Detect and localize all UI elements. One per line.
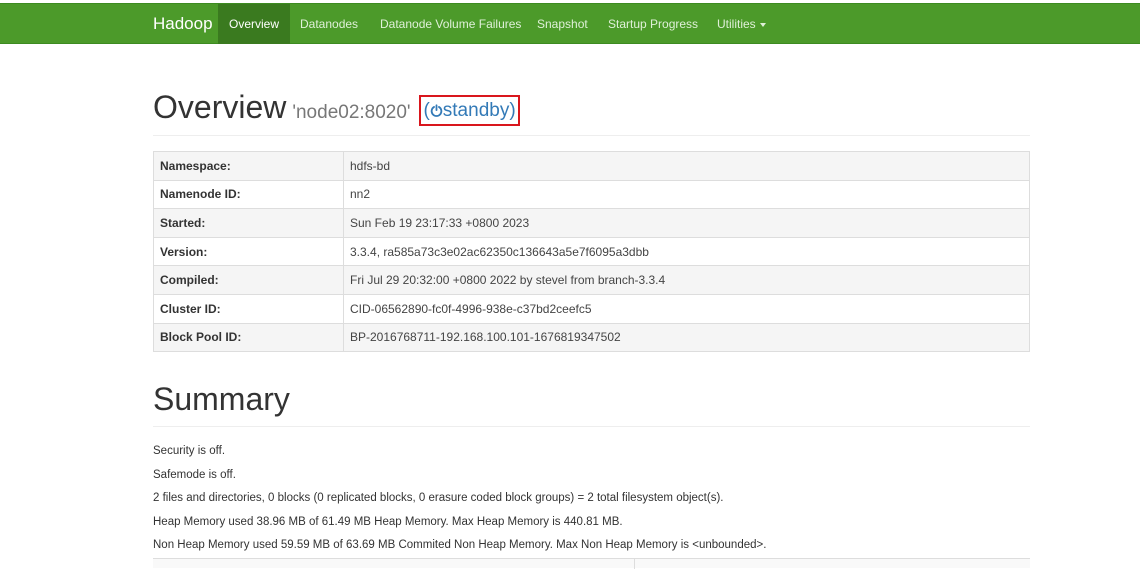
page-title: Overview xyxy=(153,89,287,125)
heap-memory-summary: Heap Memory used 38.96 MB of 61.49 MB He… xyxy=(153,515,623,528)
table-row: Namespace: hdfs-bd xyxy=(153,151,1030,181)
table-row: Version: 3.3.4, ra585a73c3e02ac62350c136… xyxy=(153,236,1030,267)
nav-overview[interactable]: Overview xyxy=(218,4,291,44)
non-heap-memory-summary: Non Heap Memory used 59.59 MB of 63.69 M… xyxy=(153,539,767,551)
ha-state-highlight: (standby) xyxy=(419,95,520,126)
power-icon xyxy=(430,104,443,117)
nav-datanodes[interactable]: Datanodes xyxy=(289,4,369,44)
started-key: Started: xyxy=(153,208,344,238)
table-row: Compiled: Fri Jul 29 20:32:00 +0800 2022… xyxy=(153,265,1030,295)
cluster-id-key: Cluster ID: xyxy=(153,293,344,324)
caret-down-icon xyxy=(759,22,766,27)
summary-heading: Summary xyxy=(153,381,290,417)
started-value: Sun Feb 19 23:17:33 +0800 2023 xyxy=(343,208,1030,238)
nav-startup-progress[interactable]: Startup Progress xyxy=(597,4,709,44)
nav-utilities-label: Utilities xyxy=(717,17,756,31)
ha-state-label: standby xyxy=(442,100,510,121)
overview-info-table: Namespace: hdfs-bd Namenode ID: nn2 Star… xyxy=(153,151,1030,353)
summary-text: Security is off. Safemode is off. 2 file… xyxy=(153,443,1053,561)
table-row: Started: Sun Feb 19 23:17:33 +0800 2023 xyxy=(153,208,1030,238)
summary-header: Summary xyxy=(153,376,1030,427)
security-status: Security is off. xyxy=(153,445,226,457)
namenode-id-key: Namenode ID: xyxy=(153,179,344,210)
table-row: Block Pool ID: BP-2016768711-192.168.100… xyxy=(153,322,1030,353)
summary-table-top xyxy=(153,558,1030,569)
version-key: Version: xyxy=(153,236,344,267)
state-close-paren: ) xyxy=(509,100,516,121)
filesystem-objects-summary: 2 files and directories, 0 blocks (0 rep… xyxy=(153,492,724,504)
cluster-id-value: CID-06562890-fc0f-4996-938e-c37bd2ceefc5 xyxy=(343,293,1030,324)
nav-snapshot[interactable]: Snapshot xyxy=(526,4,599,44)
table-row: Cluster ID: CID-06562890-fc0f-4996-938e-… xyxy=(153,293,1030,324)
nav-datanode-volume-failures[interactable]: Datanode Volume Failures xyxy=(369,4,532,44)
table-row: Namenode ID: nn2 xyxy=(153,179,1030,210)
block-pool-id-key: Block Pool ID: xyxy=(153,322,344,353)
brand-logo[interactable]: Hadoop xyxy=(153,4,213,44)
column-divider xyxy=(634,559,635,569)
compiled-value: Fri Jul 29 20:32:00 +0800 2022 by stevel… xyxy=(343,265,1030,295)
namenode-id-value: nn2 xyxy=(343,179,1030,210)
namespace-value: hdfs-bd xyxy=(343,151,1030,181)
namespace-key: Namespace: xyxy=(153,151,344,181)
overview-header: Overview'node02:8020' (standby) xyxy=(153,84,1030,136)
overview-heading: Overview'node02:8020' (standby) xyxy=(153,84,1030,136)
top-navbar: Hadoop Overview Datanodes Datanode Volum… xyxy=(0,3,1140,44)
version-value: 3.3.4, ra585a73c3e02ac62350c136643a5e7f6… xyxy=(343,236,1030,267)
block-pool-id-value: BP-2016768711-192.168.100.101-1676819347… xyxy=(343,322,1030,353)
namenode-address: 'node02:8020' xyxy=(292,102,411,123)
nav-utilities-dropdown[interactable]: Utilities xyxy=(706,4,777,44)
compiled-key: Compiled: xyxy=(153,265,344,295)
safemode-status: Safemode is off. xyxy=(153,468,236,481)
